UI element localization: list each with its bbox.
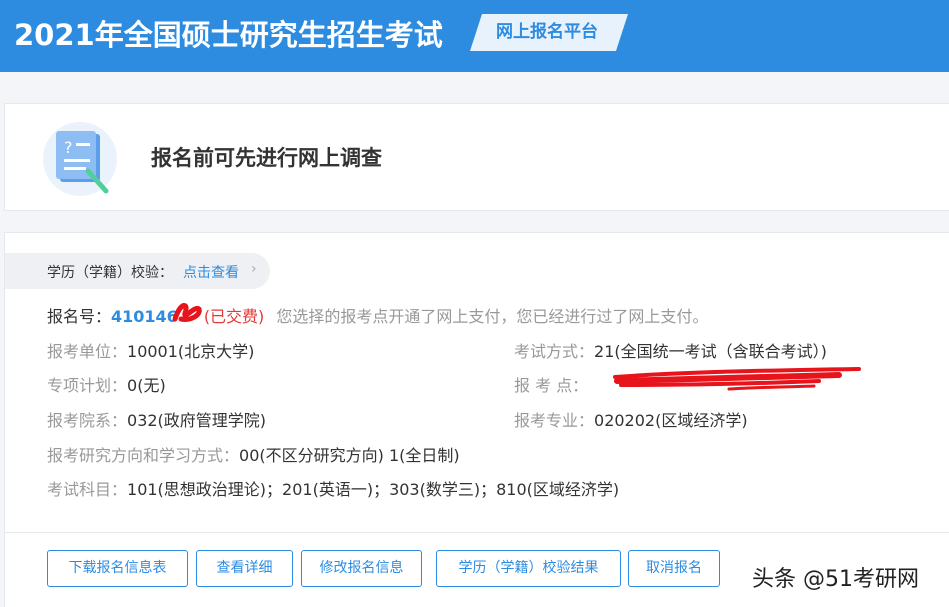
- platform-badge-label: 网上报名平台: [496, 22, 598, 42]
- dept-value: 032(政府管理学院): [127, 411, 267, 430]
- dept-row: 报考院系：032(政府管理学院): [47, 407, 266, 431]
- payment-note: 您选择的报考点开通了网上支付，您已经进行过了网上支付。: [276, 307, 709, 326]
- verification-label: 学历（学籍）校验：: [47, 265, 173, 281]
- survey-text: 报名前可先进行网上调查: [151, 146, 382, 170]
- registration-number: 410146: [111, 307, 178, 326]
- exam-method-value: 21(全国统一考试（含联合考试）): [594, 342, 827, 361]
- redaction-scribble: [172, 303, 202, 322]
- view-details-button[interactable]: 查看详细: [196, 550, 293, 587]
- major-label: 报考专业：: [514, 411, 595, 430]
- exam-method-label: 考试方式：: [514, 342, 595, 361]
- chevron-right-icon: ›: [251, 261, 257, 277]
- subjects-value: 101(思想政治理论)；201(英语一)；303(数学三)；810(区域经济学): [127, 480, 620, 499]
- verification-link[interactable]: 点击查看: [183, 262, 239, 282]
- dept-label: 报考院系：: [47, 411, 128, 430]
- cancel-registration-button[interactable]: 取消报名: [628, 550, 720, 587]
- verification-pill[interactable]: 学历（学籍）校验： 点击查看 ›: [5, 253, 270, 289]
- unit-row: 报考单位：10001(北京大学): [47, 338, 254, 362]
- subjects-row: 考试科目：101(思想政治理论)；201(英语一)；303(数学三)；810(区…: [47, 476, 619, 500]
- exam-site-row: 报 考 点：: [514, 372, 588, 396]
- exam-site-redaction: [613, 367, 861, 391]
- verification-result-button[interactable]: 学历（学籍）校验结果: [436, 550, 621, 587]
- modify-registration-button[interactable]: 修改报名信息: [301, 550, 422, 587]
- unit-value: 10001(北京大学): [127, 342, 255, 361]
- major-value: 020202(区域经济学): [594, 411, 748, 430]
- download-form-button[interactable]: 下载报名信息表: [47, 550, 188, 587]
- special-plan-value: 0(无): [127, 376, 166, 395]
- registration-number-row: 报名号：410146 (已交费) 您选择的报考点开通了网上支付，您已经进行过了网上支…: [47, 303, 708, 327]
- direction-label: 报考研究方向和学习方式：: [47, 446, 240, 465]
- page-title: 2021年全国硕士研究生招生考试: [14, 18, 443, 52]
- survey-card[interactable]: ? 报名前可先进行网上调查: [4, 103, 949, 211]
- unit-label: 报考单位：: [47, 342, 128, 361]
- special-plan-row: 专项计划：0(无): [47, 372, 166, 396]
- major-row: 报考专业：020202(区域经济学): [514, 407, 748, 431]
- exam-method-row: 考试方式：21(全国统一考试（含联合考试）): [514, 338, 827, 362]
- platform-badge: 网上报名平台: [470, 14, 628, 51]
- svg-text:?: ?: [64, 138, 73, 157]
- direction-value: 00(不区分研究方向) 1(全日制): [239, 446, 460, 465]
- document-question-icon: ?: [42, 121, 118, 197]
- registration-number-label: 报名号：: [47, 307, 112, 326]
- subjects-label: 考试科目：: [47, 480, 128, 499]
- payment-status: (已交费): [203, 307, 265, 326]
- registration-info-card: 学历（学籍）校验： 点击查看 › 报名号：410146 (已交费) 您选择的报考点开…: [4, 232, 949, 532]
- top-header: 2021年全国硕士研究生招生考试 网上报名平台: [0, 0, 949, 72]
- direction-row: 报考研究方向和学习方式：00(不区分研究方向) 1(全日制): [47, 442, 460, 466]
- special-plan-label: 专项计划：: [47, 376, 128, 395]
- watermark: 头条 @51考研网: [752, 567, 919, 592]
- exam-site-label: 报 考 点：: [514, 376, 589, 395]
